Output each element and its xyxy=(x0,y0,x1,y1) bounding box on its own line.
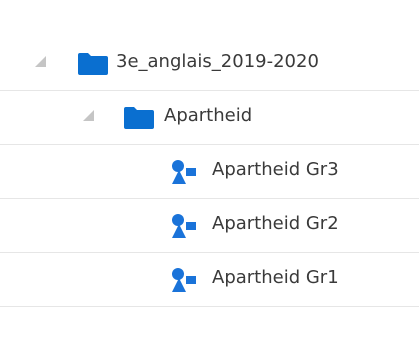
group-icon xyxy=(170,267,206,297)
tree-row-group[interactable]: Apartheid Gr1 xyxy=(0,253,419,307)
group-icon xyxy=(170,213,206,243)
collapse-toggle-icon[interactable] xyxy=(35,56,46,67)
tree-item-label[interactable]: Apartheid Gr2 xyxy=(212,213,339,235)
collapse-toggle-icon[interactable] xyxy=(83,110,94,121)
tree-row-group[interactable]: Apartheid Gr2 xyxy=(0,199,419,253)
tree-row-folder[interactable]: Apartheid xyxy=(0,91,419,145)
tree-row-group[interactable]: Apartheid Gr3 xyxy=(0,145,419,199)
tree-item-label[interactable]: Apartheid Gr3 xyxy=(212,159,339,181)
group-icon xyxy=(170,159,206,189)
tree-item-label[interactable]: Apartheid Gr1 xyxy=(212,267,339,289)
folder-tree: 3e_anglais_2019-2020 Apartheid Apartheid… xyxy=(0,37,419,307)
folder-icon xyxy=(124,107,154,133)
tree-row-root[interactable]: 3e_anglais_2019-2020 xyxy=(0,37,419,91)
tree-item-label[interactable]: 3e_anglais_2019-2020 xyxy=(116,51,319,73)
tree-item-label[interactable]: Apartheid xyxy=(164,105,252,127)
folder-icon xyxy=(78,53,108,79)
